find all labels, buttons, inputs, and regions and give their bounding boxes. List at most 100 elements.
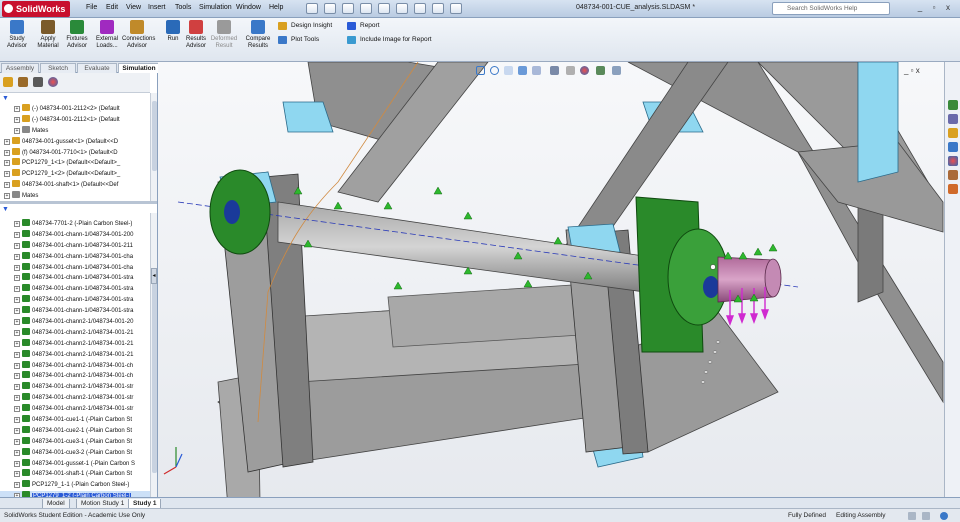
expand-icon[interactable]: +	[14, 286, 20, 293]
expand-icon[interactable]: +	[4, 138, 10, 145]
tab-evaluate[interactable]: Evaluate	[77, 63, 117, 73]
simulation-part-item[interactable]: +048734-001-cue3-2 (-Plain Carbon St	[0, 447, 150, 459]
menu-window[interactable]: Window	[236, 4, 261, 11]
design-library-icon[interactable]	[948, 114, 958, 124]
tree-item-component[interactable]: +048734-001-shaft<1> (Default<<Def	[0, 180, 150, 191]
status-icon-1[interactable]	[908, 512, 916, 520]
expand-icon[interactable]: +	[14, 264, 20, 271]
custom-properties-icon[interactable]	[948, 184, 958, 194]
redo-icon[interactable]	[396, 3, 408, 14]
simulation-part-item[interactable]: +048734-001-chann2-1/048734-001-21	[0, 338, 150, 350]
simulation-part-item[interactable]: +048734-001-chann2-1/048734-001-21	[0, 327, 150, 339]
appearances-icon[interactable]	[948, 170, 958, 180]
tree-item-component[interactable]: + PCP1279_1<1> (Default<<Default>_	[0, 158, 150, 169]
simulation-part-item[interactable]: +048734-001-chann2-1/048734-001-ch	[0, 371, 150, 382]
simulation-part-item[interactable]: +048734-001-chann-1/048734-001-stra	[0, 306, 150, 317]
close-button[interactable]: x	[942, 3, 954, 14]
scene-icon[interactable]	[596, 66, 605, 75]
display-manager-icon[interactable]	[48, 77, 58, 87]
simulation-part-item[interactable]: +048734-001-cue3-1 (-Plain Carbon St	[0, 436, 150, 448]
simulation-part-item[interactable]: +048734-001-chann-1/048734-001-stra	[0, 295, 150, 306]
zoom-area-icon[interactable]	[490, 66, 499, 75]
help-icon[interactable]	[940, 512, 948, 520]
expand-icon[interactable]: +	[14, 482, 20, 489]
menu-edit[interactable]: Edit	[106, 4, 118, 11]
select-icon[interactable]	[414, 3, 426, 14]
report-button[interactable]: Report	[347, 21, 380, 31]
expand-icon[interactable]: +	[14, 438, 20, 445]
expand-icon[interactable]: +	[14, 242, 20, 249]
tab-assembly[interactable]: Assembly	[1, 63, 39, 73]
appearance-icon[interactable]	[580, 66, 589, 75]
scroll-thumb-2[interactable]	[152, 273, 157, 473]
undo-icon[interactable]	[378, 3, 390, 14]
previous-view-icon[interactable]	[504, 66, 513, 75]
tree-item-component[interactable]: + PCP1279_1<2> (Default<<Default>_	[0, 169, 150, 180]
search-help-input[interactable]: Search SolidWorks Help	[772, 2, 890, 15]
display-style-icon[interactable]	[550, 66, 559, 75]
menu-view[interactable]: View	[126, 4, 141, 11]
simulation-part-item[interactable]: +048734-001-chann2-1/048734-001-str	[0, 404, 150, 415]
assembly-model-view[interactable]	[158, 62, 944, 508]
simulation-part-item[interactable]: + PCP1279_1-1 (-Plain Carbon Steel-)	[0, 480, 150, 491]
search-results-icon[interactable]	[948, 142, 958, 152]
print-icon[interactable]	[360, 3, 372, 14]
expand-icon[interactable]: +	[14, 106, 20, 112]
section-view-icon[interactable]	[518, 66, 527, 75]
expand-icon[interactable]: +	[14, 116, 20, 123]
tree-scrollbar[interactable]	[150, 93, 157, 201]
expand-icon[interactable]: +	[14, 340, 20, 347]
expand-icon[interactable]: +	[4, 182, 10, 189]
expand-icon[interactable]: +	[14, 460, 20, 467]
expand-icon[interactable]: +	[14, 384, 20, 391]
tree-item-component[interactable]: + (-) 048734-001-2112<2> (Default	[0, 104, 150, 115]
expand-icon[interactable]: +	[14, 417, 20, 424]
study-advisor-button[interactable]: Study Advisor	[2, 20, 32, 50]
simulation-part-item[interactable]: +048734-001-chann2-1/048734-001-ch	[0, 360, 150, 372]
connections-advisor-button[interactable]: Connections Advisor	[122, 20, 155, 50]
expand-icon[interactable]: +	[4, 160, 10, 167]
expand-icon[interactable]: +	[14, 406, 20, 413]
expand-icon[interactable]: +	[14, 471, 20, 478]
menu-file[interactable]: File	[86, 4, 97, 11]
resources-icon[interactable]	[948, 100, 958, 110]
expand-icon[interactable]: +	[14, 253, 20, 260]
simulation-part-item[interactable]: +048734-001-cue2-1 (-Plain Carbon St	[0, 425, 150, 437]
simulation-part-item[interactable]: +048734-001-chann-1/048734-001-211	[0, 240, 150, 252]
collapse-panel-handle[interactable]: ◂	[151, 268, 157, 284]
filter-icon-2[interactable]: ▼	[2, 206, 9, 213]
zoom-to-fit-icon[interactable]	[476, 66, 485, 75]
view-orientation-icon[interactable]	[532, 66, 541, 75]
open-icon[interactable]	[324, 3, 336, 14]
apply-material-button[interactable]: Apply Material	[33, 20, 63, 50]
simulation-part-item[interactable]: +048734-001-chann2-1/048734-001-str	[0, 382, 150, 393]
graphics-viewport[interactable]: _ ▫ x	[158, 62, 944, 508]
simulation-part-item[interactable]: +048734-001-chann-1/048734-001-stra	[0, 284, 150, 295]
view-settings-icon[interactable]	[612, 66, 621, 75]
tree-item-component[interactable]: +048734-001-gusset<1> (Default<<D	[0, 136, 150, 148]
viewport-window-controls[interactable]: _ ▫ x	[904, 66, 920, 75]
menu-insert[interactable]: Insert	[148, 4, 166, 11]
plot-tools-button[interactable]: Plot Tools	[278, 35, 319, 45]
expand-icon[interactable]: +	[4, 149, 10, 156]
expand-icon[interactable]: +	[4, 193, 10, 200]
simulation-part-item[interactable]: +048734-001-chann-1/048734-001-cha	[0, 251, 150, 263]
expand-icon[interactable]: +	[14, 297, 20, 304]
expand-icon[interactable]: +	[14, 373, 20, 380]
options-icon[interactable]	[450, 3, 462, 14]
expand-icon[interactable]: +	[14, 127, 20, 134]
new-icon[interactable]	[306, 3, 318, 14]
simulation-part-item[interactable]: +048734-001-chann2-1/048734-001-str	[0, 393, 150, 404]
status-icon-2[interactable]	[922, 512, 930, 520]
simulation-part-item[interactable]: +048734-001-chann2-1/048734-001-20	[0, 317, 150, 328]
feature-tree-icon[interactable]	[3, 77, 13, 87]
tree-item-component[interactable]: + (f) 048734-001-7710<1> (Default<D	[0, 147, 150, 159]
expand-icon[interactable]: +	[4, 171, 10, 178]
filter-icon[interactable]: ▼	[2, 95, 9, 102]
expand-icon[interactable]: +	[14, 319, 20, 326]
panel-splitter[interactable]	[0, 201, 157, 204]
menu-tools[interactable]: Tools	[175, 4, 191, 11]
tab-simulation[interactable]: Simulation	[118, 63, 160, 73]
compare-results-button[interactable]: Compare Results	[243, 20, 273, 50]
expand-icon[interactable]: +	[14, 351, 20, 358]
